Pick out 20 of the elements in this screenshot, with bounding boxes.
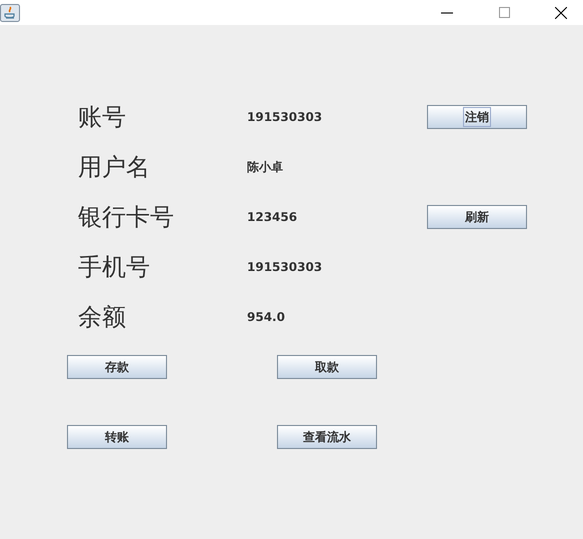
action-button[interactable]: 存款 — [67, 355, 167, 379]
field-value: 191530303 — [247, 109, 324, 126]
action-button[interactable]: 转账 — [67, 425, 167, 449]
field-label: 手机号 — [78, 255, 151, 279]
field-value: 954.0 — [247, 309, 286, 326]
field-label: 用户名 — [78, 155, 151, 179]
action-button[interactable]: 注销 — [427, 105, 527, 129]
field-label: 银行卡号 — [78, 205, 175, 229]
maximize-icon[interactable] — [499, 7, 510, 18]
field-value: 陈小卓 — [247, 159, 284, 176]
action-button[interactable]: 取款 — [277, 355, 377, 379]
app-icon — [0, 4, 20, 22]
action-button[interactable]: 查看流水 — [277, 425, 377, 449]
field-label: 账号 — [78, 105, 127, 129]
field-value: 123456 — [247, 209, 298, 226]
close-icon[interactable] — [555, 6, 567, 18]
minimize-icon[interactable] — [441, 12, 453, 14]
action-button[interactable]: 刷新 — [427, 205, 527, 229]
field-label: 余额 — [78, 305, 127, 329]
field-value: 191530303 — [247, 259, 324, 276]
